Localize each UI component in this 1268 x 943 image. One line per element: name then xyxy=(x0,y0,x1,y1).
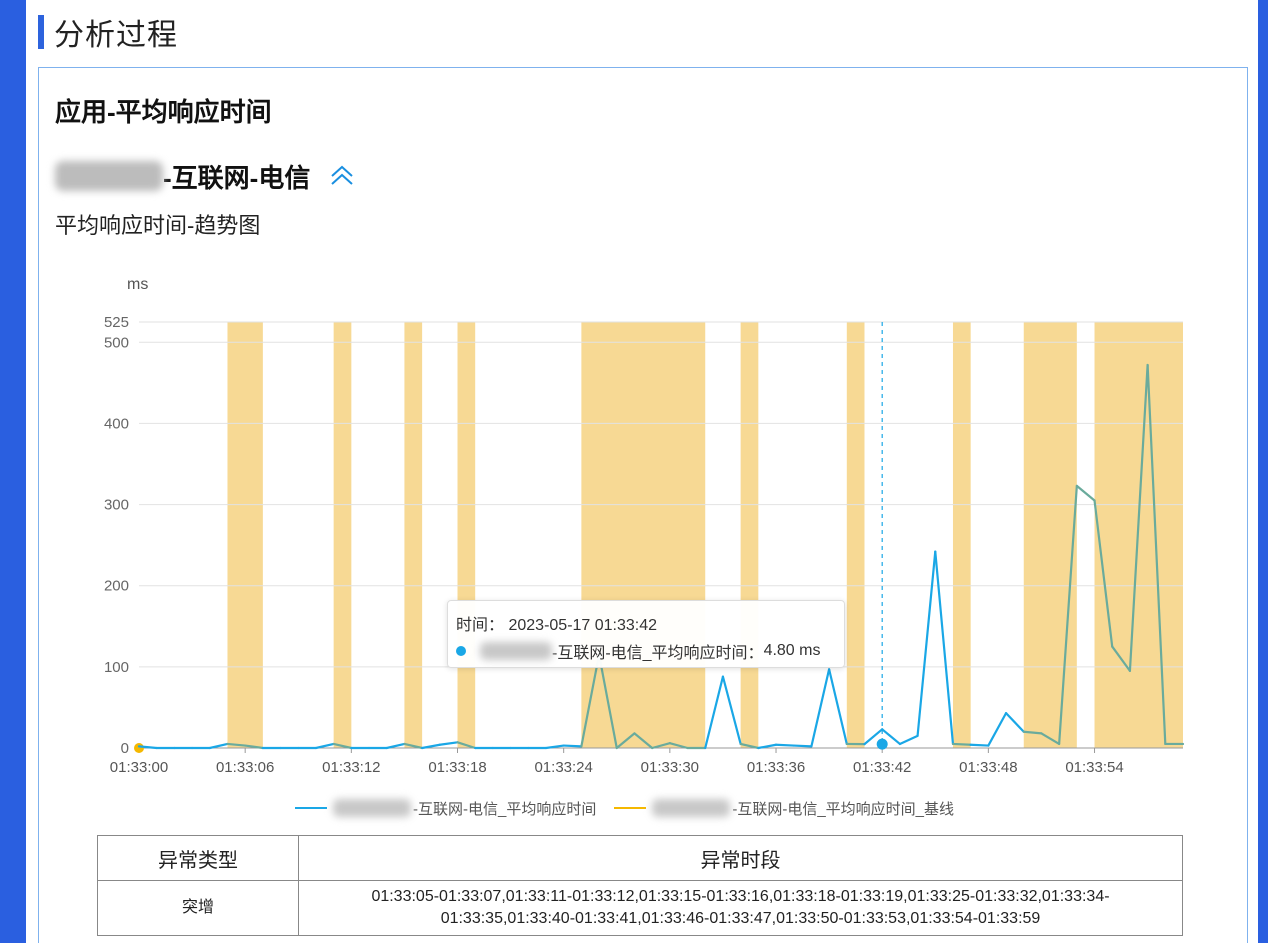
table-header-row: 异常类型 异常时段 xyxy=(97,835,1183,881)
trend-chart[interactable]: 0 100 200 300 400 500 525 01:33:00 01:33:06 01:33… xyxy=(39,68,1247,788)
series-line-segment xyxy=(951,742,972,746)
y-tick-label: 300 xyxy=(104,497,129,514)
y-tick-label: 500 xyxy=(104,334,129,351)
analysis-page: 分析过程 应用-平均响应时间 -互联网-电信 平均响应时间-趋势图 ms 0 10… xyxy=(26,0,1258,943)
x-tick-label: 01:33:06 xyxy=(216,759,274,776)
legend-item-baseline[interactable]: -互联网-电信_平均响应时间_基线 xyxy=(614,798,954,819)
redacted-legend-prefix xyxy=(652,799,731,817)
tooltip-time-label: 时间： xyxy=(456,617,505,634)
series-line-segment xyxy=(916,550,937,737)
series-line-segment xyxy=(810,668,831,748)
series-line-segment xyxy=(385,742,406,750)
table-row: 突增 01:33:05-01:33:07,01:33:11-01:33:12,0… xyxy=(97,880,1183,936)
legend-item-response-time[interactable]: -互联网-电信_平均响应时间 xyxy=(295,798,596,819)
anomaly-band xyxy=(333,322,352,748)
series-line-segment xyxy=(792,744,813,748)
metric-card: 应用-平均响应时间 -互联网-电信 平均响应时间-趋势图 ms 0 100 200 3… xyxy=(38,67,1248,943)
chart-legend: -互联网-电信_平均响应时间 -互联网-电信_平均响应时间_基线 xyxy=(295,795,972,821)
anomaly-band xyxy=(740,322,759,748)
section-accent-bar xyxy=(38,15,44,49)
highlight-point xyxy=(876,738,888,750)
tooltip-series-marker xyxy=(456,646,466,656)
series-line-segment xyxy=(438,741,459,746)
tooltip-time-value: 2023-05-17 01:33:42 xyxy=(508,617,658,634)
series-line-segment xyxy=(721,675,742,746)
baseline-point xyxy=(134,743,144,753)
section-header: 分析过程 xyxy=(38,14,178,52)
redacted-series-prefix xyxy=(480,642,552,660)
legend-line-swatch xyxy=(614,807,647,809)
y-tick-label: 525 xyxy=(104,314,129,331)
y-tick-label: 400 xyxy=(104,415,129,432)
x-tick-label: 01:33:12 xyxy=(322,759,380,776)
series-line-segment xyxy=(208,742,229,750)
series-line-segment xyxy=(1075,484,1096,502)
legend-label: -互联网-电信_平均响应时间_基线 xyxy=(732,800,955,818)
x-tick-label: 01:33:18 xyxy=(428,759,486,776)
anomaly-band xyxy=(1023,322,1077,748)
x-tick-label: 01:33:42 xyxy=(853,759,911,776)
periods-line: 01:33:35,01:33:40-01:33:41,01:33:46-01:3… xyxy=(440,910,1041,927)
series-line-segment xyxy=(1004,712,1025,733)
x-tick-label: 01:33:36 xyxy=(747,759,805,776)
tooltip-series: -互联网-电信_平均响应时间： 4.80 ms xyxy=(456,639,820,663)
x-tick-label: 01:33:54 xyxy=(1065,759,1123,776)
anomaly-table: 异常类型 异常时段 突增 01:33:05-01:33:07,01:33:11-… xyxy=(97,835,1183,936)
periods-line: 01:33:05-01:33:07,01:33:11-01:33:12,01:3… xyxy=(371,888,1110,905)
anomaly-band xyxy=(404,322,423,748)
anomaly-band xyxy=(227,322,263,748)
y-tick-label: 0 xyxy=(121,740,129,757)
table-cell-type: 突增 xyxy=(97,880,299,936)
series-line-segment xyxy=(562,744,583,748)
anomaly-band xyxy=(581,322,706,748)
table-cell-periods: 01:33:05-01:33:07,01:33:11-01:33:12,01:3… xyxy=(298,880,1183,936)
series-line-segment xyxy=(898,734,919,746)
tooltip-time: 时间： 2023-05-17 01:33:42 xyxy=(456,611,657,635)
series-line-segment xyxy=(969,743,990,747)
anomaly-band xyxy=(846,322,865,748)
section-title: 分析过程 xyxy=(54,19,178,52)
x-tick-label: 01:33:00 xyxy=(110,759,168,776)
series-line-segment xyxy=(704,675,725,750)
y-tick-label: 100 xyxy=(104,659,129,676)
table-header-periods: 异常时段 xyxy=(298,835,1183,881)
legend-line-swatch xyxy=(295,807,327,809)
tooltip-series-value: 4.80 ms xyxy=(763,642,821,659)
y-tick-label: 200 xyxy=(104,578,129,595)
x-tick-label: 01:33:48 xyxy=(959,759,1017,776)
x-tick-label: 01:33:30 xyxy=(641,759,699,776)
anomaly-band xyxy=(952,322,971,748)
series-line-segment xyxy=(934,550,955,746)
anomaly-band xyxy=(457,322,476,748)
tooltip-series-label: -互联网-电信_平均响应时间： xyxy=(552,645,764,662)
x-tick-label: 01:33:24 xyxy=(534,759,592,776)
legend-label: -互联网-电信_平均响应时间 xyxy=(413,800,597,818)
series-line-segment xyxy=(828,668,848,746)
table-header-type: 异常类型 xyxy=(97,835,299,881)
series-line-segment xyxy=(314,742,335,750)
chart-tooltip: 时间： 2023-05-17 01:33:42 -互联网-电信_平均响应时间： … xyxy=(447,600,845,668)
redacted-legend-prefix xyxy=(333,799,411,817)
series-line-segment xyxy=(774,743,795,747)
series-line-segment xyxy=(987,712,1008,747)
